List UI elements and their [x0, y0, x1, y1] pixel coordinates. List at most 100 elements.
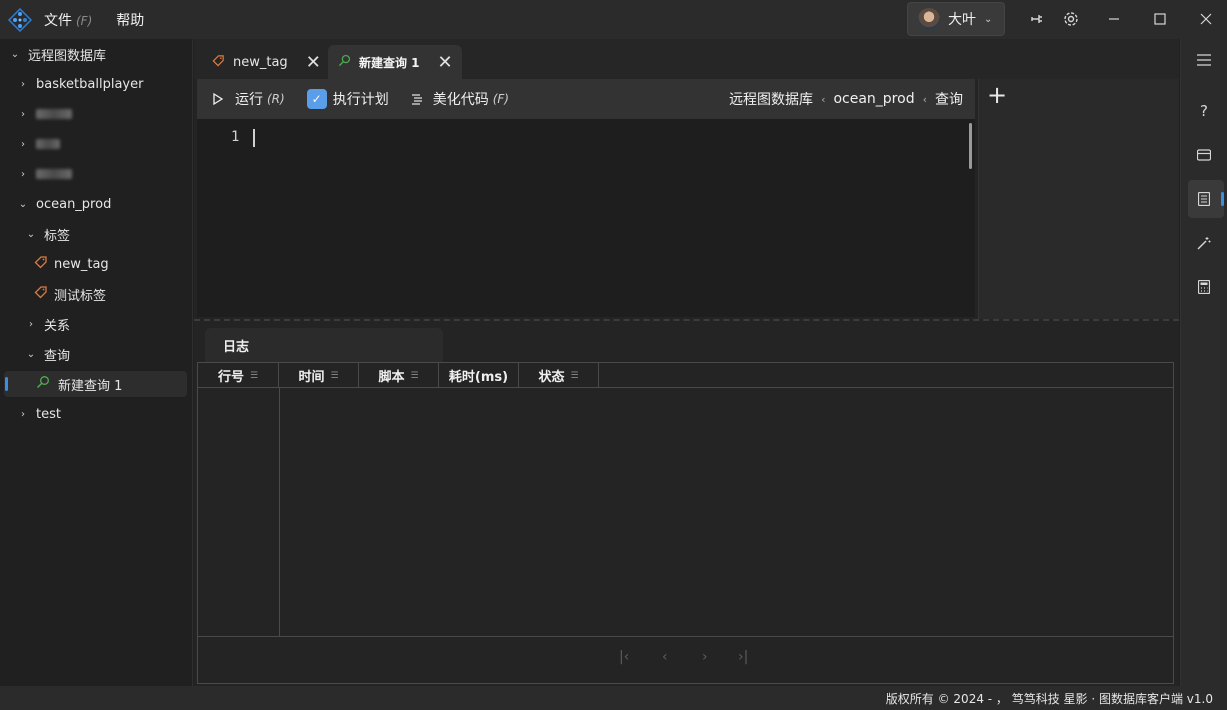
gear-icon[interactable]	[1060, 8, 1082, 30]
tab-log[interactable]: 日志	[205, 328, 443, 362]
magic-wand-icon[interactable]	[1193, 232, 1215, 254]
tree-item-ocean-prod[interactable]: ⌄ ocean_prod	[16, 191, 112, 217]
main-area: new_tag ✕ 新建查询 1 ✕ 运行 (R) ✓ 执行计划 美化代码 (F) …	[194, 39, 1179, 686]
plus-icon[interactable]: +	[987, 81, 1007, 109]
breadcrumb-item[interactable]: ocean_prod	[833, 91, 914, 107]
chevron-down-icon: ⌄	[18, 198, 28, 210]
tree-item-test-tag[interactable]: 测试标签	[34, 281, 106, 307]
filter-icon: ☰	[249, 370, 259, 381]
tree-item-redacted-3[interactable]: ›	[16, 161, 72, 187]
maximize-icon[interactable]	[1149, 8, 1171, 30]
minimize-icon[interactable]	[1103, 8, 1125, 30]
chevron-down-icon: ⌄	[984, 13, 993, 25]
column-header-row-number[interactable]: 行号 ☰	[198, 363, 279, 388]
tree-item-relations[interactable]: › 关系	[24, 311, 70, 337]
align-left-icon	[411, 94, 422, 105]
log-table-footer-border	[198, 636, 1173, 637]
execution-plan-checkbox[interactable]: ✓ 执行计划	[306, 89, 389, 109]
redacted-text	[36, 139, 60, 149]
tree-item-queries[interactable]: ⌄ 查询	[24, 341, 70, 367]
query-editor[interactable]: 1	[197, 119, 975, 317]
calculator-icon[interactable]	[1193, 276, 1215, 298]
chevron-down-icon: ⌄	[10, 48, 20, 60]
menu-help[interactable]: 帮助	[116, 10, 144, 30]
chevron-right-icon: ›	[21, 78, 25, 90]
pin-icon[interactable]	[1026, 8, 1048, 30]
chevron-down-icon: ⌄	[26, 228, 36, 240]
play-icon	[213, 92, 224, 106]
chevron-right-icon: ›	[21, 108, 25, 120]
text-cursor	[253, 129, 255, 147]
checkmark-icon: ✓	[306, 89, 327, 109]
log-table: 行号 ☰ 时间 ☰ 脚本 ☰ 耗时(ms) 状态 ☰ |‹ ‹ › ›|	[197, 362, 1174, 684]
hamburger-menu-icon[interactable]	[1193, 49, 1215, 71]
tree-item-redacted-2[interactable]: ›	[16, 131, 60, 157]
column-divider	[279, 388, 280, 636]
search-icon	[36, 375, 50, 393]
query-toolbar: 运行 (R) ✓ 执行计划 美化代码 (F) 远程图数据库 ‹ ocean_prod…	[197, 79, 975, 119]
column-header-time[interactable]: 时间 ☰	[279, 363, 359, 388]
help-icon[interactable]: ?	[1193, 100, 1215, 122]
breadcrumb-item[interactable]: 查询	[935, 89, 963, 109]
tab-new-tag[interactable]: new_tag ✕	[202, 45, 326, 79]
next-page-icon[interactable]: ›	[702, 649, 708, 665]
tree-item-test[interactable]: › test	[16, 401, 61, 427]
document-list-icon[interactable]	[1193, 188, 1215, 210]
prev-page-icon[interactable]: ‹	[662, 649, 668, 665]
chevron-right-icon: ›	[21, 138, 25, 150]
copyright-text: 版权所有 © 2024 - ， 笃笃科技 星影 · 图数据库客户端 v1.0	[885, 691, 1213, 706]
right-rail: ?	[1180, 39, 1227, 686]
first-page-icon[interactable]: |‹	[619, 649, 629, 665]
app-logo-icon	[8, 7, 32, 32]
side-pane	[978, 79, 1179, 319]
tree-item-new-query[interactable]: 新建查询 1	[36, 371, 122, 397]
pane-splitter[interactable]	[194, 319, 1179, 321]
last-page-icon[interactable]: ›|	[738, 649, 748, 665]
column-header-status[interactable]: 状态 ☰	[519, 363, 599, 388]
chevron-right-icon: ›	[21, 168, 25, 180]
avatar	[918, 8, 940, 30]
chevron-left-icon: ‹	[821, 92, 826, 106]
status-bar: 版权所有 © 2024 - ， 笃笃科技 星影 · 图数据库客户端 v1.0	[0, 686, 1227, 710]
close-icon[interactable]: ✕	[306, 52, 321, 73]
title-bar: 文件 (F) 帮助 大叶 ⌄	[0, 0, 1227, 39]
filter-icon: ☰	[330, 370, 339, 381]
user-name: 大叶	[948, 12, 976, 28]
tree-item-basketballplayer[interactable]: › basketballplayer	[16, 71, 143, 97]
column-header-duration[interactable]: 耗时(ms)	[439, 363, 519, 388]
redacted-text	[36, 169, 72, 179]
run-button[interactable]: 运行 (R)	[211, 89, 285, 109]
card-icon[interactable]	[1193, 144, 1215, 166]
filter-icon: ☰	[410, 370, 419, 381]
chevron-down-icon: ⌄	[26, 348, 36, 360]
sidebar: ⌄ 远程图数据库 › basketballplayer › › › ⌄ ocea…	[0, 39, 193, 686]
breadcrumb-item[interactable]: 远程图数据库	[729, 89, 813, 109]
user-menu-button[interactable]: 大叶 ⌄	[907, 2, 1005, 36]
chevron-left-icon: ‹	[922, 92, 927, 106]
editor-scrollbar[interactable]	[969, 123, 972, 169]
tree-item-new-tag[interactable]: new_tag	[34, 251, 109, 277]
tab-new-query[interactable]: 新建查询 1 ✕	[328, 45, 462, 79]
breadcrumb: 远程图数据库 ‹ ocean_prod ‹ 查询	[729, 79, 963, 119]
tab-bar: new_tag ✕ 新建查询 1 ✕	[194, 39, 1179, 79]
close-icon[interactable]: ✕	[438, 52, 453, 73]
tag-icon	[212, 54, 225, 71]
tree-item-redacted-1[interactable]: ›	[16, 101, 72, 127]
redacted-text	[36, 109, 72, 119]
rail-active-marker	[1221, 192, 1224, 206]
menu-file[interactable]: 文件 (F)	[44, 10, 92, 30]
log-table-header: 行号 ☰ 时间 ☰ 脚本 ☰ 耗时(ms) 状态 ☰	[198, 363, 1173, 388]
chevron-right-icon: ›	[29, 318, 33, 330]
tag-icon	[34, 285, 48, 303]
column-header-script[interactable]: 脚本 ☰	[359, 363, 439, 388]
filter-icon: ☰	[570, 370, 579, 381]
chevron-right-icon: ›	[21, 408, 25, 420]
tree-item-tags[interactable]: ⌄ 标签	[24, 221, 70, 247]
tag-icon	[34, 255, 48, 273]
beautify-button[interactable]: 美化代码 (F)	[411, 89, 509, 109]
tree-root[interactable]: ⌄ 远程图数据库	[8, 41, 106, 67]
close-window-icon[interactable]	[1195, 8, 1217, 30]
tree-root-label: 远程图数据库	[28, 48, 107, 64]
line-number: 1	[231, 129, 240, 145]
selection-marker	[5, 377, 8, 391]
